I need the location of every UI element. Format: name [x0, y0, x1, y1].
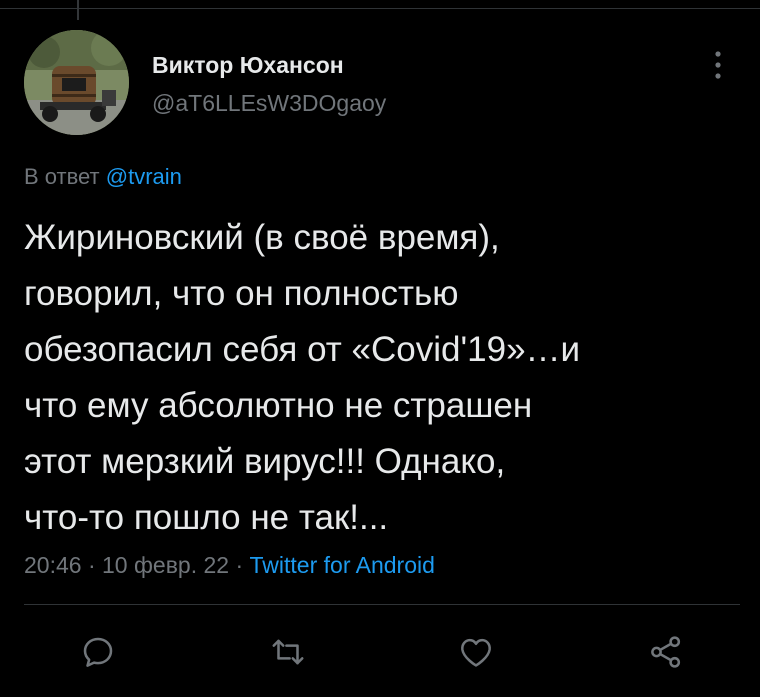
- actions-divider: [24, 604, 740, 605]
- more-options-button[interactable]: [700, 42, 736, 88]
- share-icon: [651, 636, 681, 668]
- reply-button[interactable]: [76, 630, 120, 674]
- meta-separator: ·: [229, 552, 250, 578]
- share-button[interactable]: [644, 630, 688, 674]
- more-vertical-icon: [715, 51, 721, 79]
- tweet-date[interactable]: 10 февр. 22: [102, 552, 229, 578]
- like-button[interactable]: [454, 630, 498, 674]
- reply-mention-link[interactable]: @tvrain: [106, 164, 182, 189]
- tweet-metadata: 20:46 · 10 февр. 22 · Twitter for Androi…: [24, 552, 435, 579]
- like-icon: [461, 638, 491, 667]
- avatar-image: [24, 30, 129, 135]
- avatar[interactable]: [24, 30, 129, 135]
- thread-connector-line: [77, 0, 79, 20]
- tweet-time[interactable]: 20:46: [24, 552, 82, 578]
- tweet-source-link[interactable]: Twitter for Android: [250, 552, 435, 578]
- meta-separator: ·: [81, 552, 103, 578]
- top-divider: [0, 8, 760, 9]
- retweet-icon: [272, 639, 304, 665]
- author-display-name[interactable]: Виктор Юхансон: [152, 52, 344, 79]
- tweet-text: Жириновский (в своё время), говорил, что…: [24, 218, 581, 537]
- retweet-button[interactable]: [266, 630, 310, 674]
- reply-context: В ответ @tvrain: [24, 164, 182, 190]
- reply-prefix: В ответ: [24, 164, 100, 189]
- author-handle[interactable]: @aT6LLEsW3DOgaoy: [152, 90, 386, 117]
- reply-icon: [83, 637, 113, 667]
